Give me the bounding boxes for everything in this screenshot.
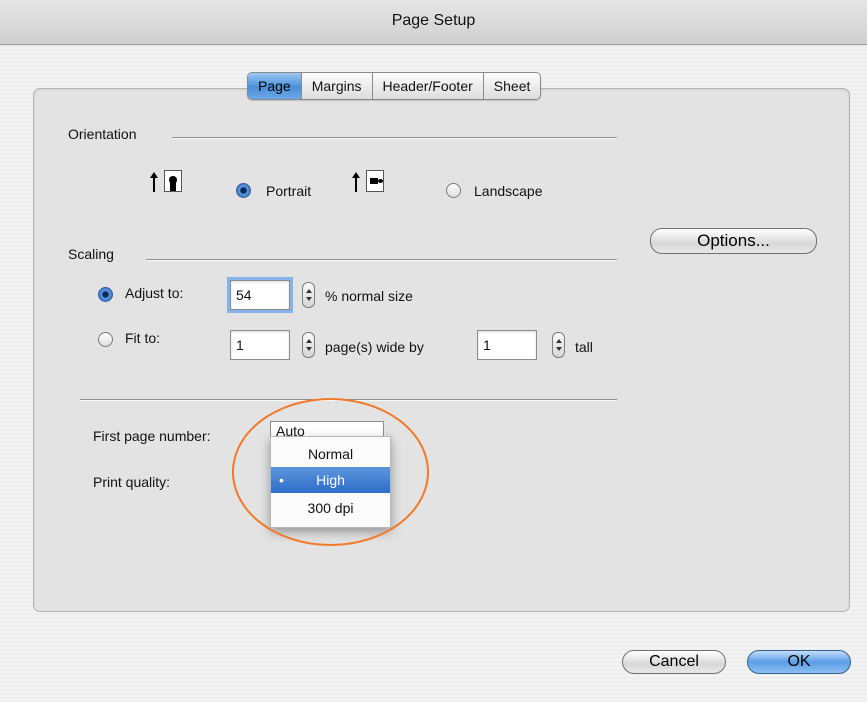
fit-wide-stepper[interactable] <box>302 332 315 358</box>
fit-tall-suffix: tall <box>575 339 593 355</box>
tab-bar: Page Margins Header/Footer Sheet <box>247 72 542 100</box>
adjust-to-radio[interactable] <box>98 287 113 302</box>
fit-to-label: Fit to: <box>125 330 161 346</box>
landscape-label: Landscape <box>474 183 543 199</box>
adjust-to-stepper[interactable] <box>302 282 315 308</box>
fit-tall-input[interactable]: 1 <box>477 330 537 360</box>
fit-wide-input[interactable]: 1 <box>230 330 290 360</box>
adjust-to-suffix: % normal size <box>325 288 413 304</box>
landscape-radio[interactable] <box>446 183 461 198</box>
tab-header-footer[interactable]: Header/Footer <box>373 73 484 99</box>
orientation-section-label: Orientation <box>68 126 137 142</box>
options-button[interactable]: Options... <box>650 228 817 254</box>
tab-sheet[interactable]: Sheet <box>484 73 541 99</box>
tab-panel <box>33 88 850 612</box>
adjust-to-input[interactable]: 54 <box>227 277 293 313</box>
fit-tall-stepper[interactable] <box>552 332 565 358</box>
scaling-section-label: Scaling <box>68 246 114 262</box>
ok-button[interactable]: OK <box>747 650 851 674</box>
adjust-to-label: Adjust to: <box>125 285 184 301</box>
title-bar: Page Setup <box>0 0 867 45</box>
tab-page[interactable]: Page <box>248 73 302 99</box>
first-page-number-label: First page number: <box>93 428 211 444</box>
window-title: Page Setup <box>391 12 476 29</box>
orientation-divider <box>172 137 617 139</box>
cancel-button[interactable]: Cancel <box>622 650 726 674</box>
fit-to-radio[interactable] <box>98 332 113 347</box>
portrait-label: Portrait <box>266 183 312 199</box>
portrait-radio[interactable] <box>236 183 251 198</box>
print-quality-label: Print quality: <box>93 474 171 490</box>
scaling-divider <box>146 259 617 261</box>
portrait-icon <box>150 168 188 196</box>
annotation-circle <box>232 398 429 546</box>
fit-wide-suffix: page(s) wide by <box>325 339 424 355</box>
tab-margins[interactable]: Margins <box>302 73 373 99</box>
landscape-icon <box>350 168 390 196</box>
